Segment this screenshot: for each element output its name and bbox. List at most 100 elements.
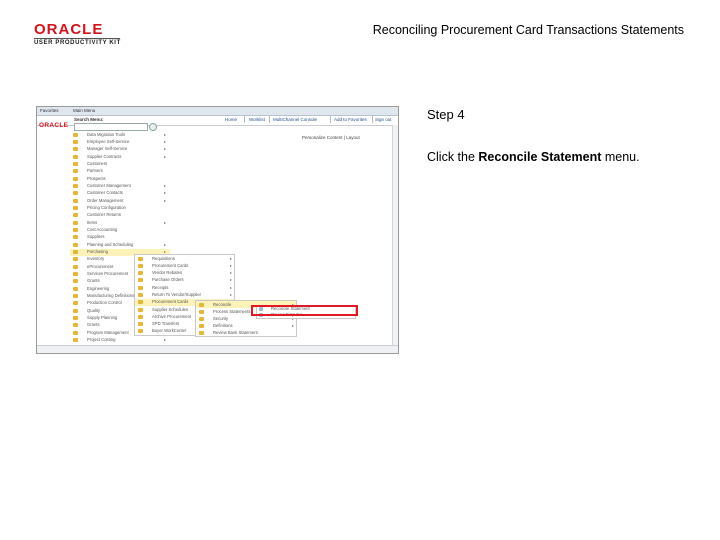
menu-item[interactable]: Items ▸: [70, 219, 170, 226]
search-menu-input[interactable]: [74, 123, 148, 131]
menu-item[interactable]: Partners: [70, 168, 170, 175]
menu-item[interactable]: Data Migration Tools ▸: [70, 131, 170, 138]
menu-item[interactable]: Pricing Configuration: [70, 204, 170, 211]
menu-item[interactable]: Project Costing ▸: [70, 337, 170, 344]
logo-text: ORACLE: [34, 21, 104, 38]
folder-icon: [73, 235, 78, 240]
submenu-arrow-icon: ▸: [164, 153, 167, 159]
menu-item[interactable]: Purchase Orders ▸: [135, 277, 234, 284]
folder-icon: [73, 220, 78, 225]
folder-icon: [199, 309, 204, 314]
folder-icon: [138, 292, 143, 297]
menu-item[interactable]: Cost Accounting: [70, 226, 170, 233]
folder-icon: [138, 322, 143, 327]
menu-item[interactable]: Supplier Contracts ▸: [70, 153, 170, 160]
favorites-menu[interactable]: Favorites: [40, 108, 59, 113]
menu-item-label: Services Procurement: [87, 271, 129, 277]
folder-icon: [73, 294, 78, 299]
submenu-arrow-icon: ▸: [230, 291, 233, 297]
menu-item-label: Customers: [87, 160, 108, 166]
submenu-arrow-icon: ▸: [164, 190, 167, 196]
menu-item-label: Order Management: [87, 197, 124, 203]
multichannel-console-link[interactable]: MultiChannel Console: [273, 117, 317, 122]
menu-item[interactable]: Receipts ▸: [135, 284, 234, 291]
folder-icon: [73, 242, 78, 247]
menu-item-label: Supply Planning: [87, 315, 118, 321]
menu-item[interactable]: Customer Returns: [70, 212, 170, 219]
menu-item[interactable]: Procurement Cards ▸: [135, 262, 234, 269]
app-oracle-logo: ORACLE: [39, 122, 69, 129]
menu-item-label: Receipts: [152, 284, 169, 290]
folder-icon: [73, 191, 78, 196]
folder-icon: [73, 205, 78, 210]
folder-icon: [73, 169, 78, 174]
menu-item[interactable]: Planning and Scheduling ▸: [70, 241, 170, 248]
add-to-favorites-link[interactable]: Add to Favorites: [334, 117, 367, 122]
menu-item-label: Grants: [87, 322, 100, 328]
sign-out-link[interactable]: Sign out: [375, 117, 392, 122]
menu-item-label: Inventory: [87, 256, 105, 262]
personalize-links[interactable]: Personalize Content | Layout: [302, 135, 360, 140]
menu-item[interactable]: Order Management ▸: [70, 197, 170, 204]
menu-item[interactable]: Review Bank Statement: [196, 329, 296, 336]
folder-icon: [73, 227, 78, 232]
link-separator: [372, 116, 373, 123]
worklist-link[interactable]: Worklist: [249, 117, 265, 122]
menu-item[interactable]: Requisitions ▸: [135, 255, 234, 262]
menu-item-label: Grants: [87, 278, 100, 284]
search-menu-label: Search Menu:: [74, 117, 104, 122]
menu-item-label: Project Costing: [87, 337, 116, 343]
folder-icon: [73, 139, 78, 144]
menu-item[interactable]: Customers: [70, 160, 170, 167]
menu-item-label: Pricing Configuration: [87, 204, 126, 210]
menu-item-label: Production Control: [87, 300, 122, 306]
menu-item[interactable]: Manager Self-Service ▸: [70, 146, 170, 153]
submenu-arrow-icon: ▸: [292, 322, 295, 328]
submenu-arrow-icon: ▸: [230, 277, 233, 283]
menu-item-label: Buyer WorkCenter: [152, 328, 187, 334]
folder-icon: [138, 329, 143, 334]
folder-icon: [73, 272, 78, 277]
step-instruction: Click the Reconcile Statement menu.: [427, 150, 640, 164]
folder-icon: [199, 302, 204, 307]
menu-item-label: Security: [213, 315, 229, 321]
link-separator: [330, 116, 331, 123]
folder-icon: [73, 183, 78, 188]
main-menu[interactable]: Main Menu: [73, 108, 95, 113]
menu-item-label: Customer Management: [87, 182, 131, 188]
menu-item[interactable]: Prospects: [70, 175, 170, 182]
folder-icon: [199, 316, 204, 321]
menu-item[interactable]: Employee Self-Service ▸: [70, 138, 170, 145]
menu-item-label: Vendor Rebates: [152, 270, 183, 276]
folder-icon: [138, 263, 143, 268]
home-link[interactable]: Home: [225, 117, 237, 122]
menu-item-label: Reconcile: [213, 301, 232, 307]
folder-icon: [138, 300, 143, 305]
submenu-arrow-icon: ▸: [164, 131, 167, 137]
horizontal-scrollbar[interactable]: [37, 345, 398, 353]
search-go-icon[interactable]: [149, 123, 157, 131]
menu-item[interactable]: Suppliers: [70, 234, 170, 241]
logo-divider: [34, 38, 120, 39]
menu-item[interactable]: Customer Contacts ▸: [70, 190, 170, 197]
logo-subtitle: USER PRODUCTIVITY KIT: [34, 40, 121, 46]
folder-icon: [73, 286, 78, 291]
submenu-arrow-icon: ▸: [230, 284, 233, 290]
link-separator: [269, 116, 270, 123]
submenu-arrow-icon: ▸: [164, 138, 167, 144]
menu-item[interactable]: Return To Vendor/Supplier ▸: [135, 291, 234, 298]
menu-item-label: Manager Self-Service: [87, 146, 128, 152]
menu-item-label: Suppliers: [87, 234, 105, 240]
menu-item[interactable]: Vendor Rebates ▸: [135, 270, 234, 277]
menu-item[interactable]: Definitions ▸: [196, 322, 296, 329]
instruction-suffix: menu.: [601, 150, 640, 164]
folder-icon: [73, 330, 78, 335]
menu-item-label: Partners: [87, 168, 103, 174]
application-screenshot: Favorites Main Menu ORACLE Search Menu: …: [36, 106, 399, 354]
menu-item[interactable]: Customer Management ▸: [70, 182, 170, 189]
menu-item-label: Purchase Orders: [152, 277, 184, 283]
menu-item-label: Prospects: [87, 175, 106, 181]
submenu-arrow-icon: ▸: [164, 337, 167, 343]
vertical-scrollbar[interactable]: [392, 125, 398, 345]
instruction-target: Reconcile Statement: [478, 150, 602, 164]
